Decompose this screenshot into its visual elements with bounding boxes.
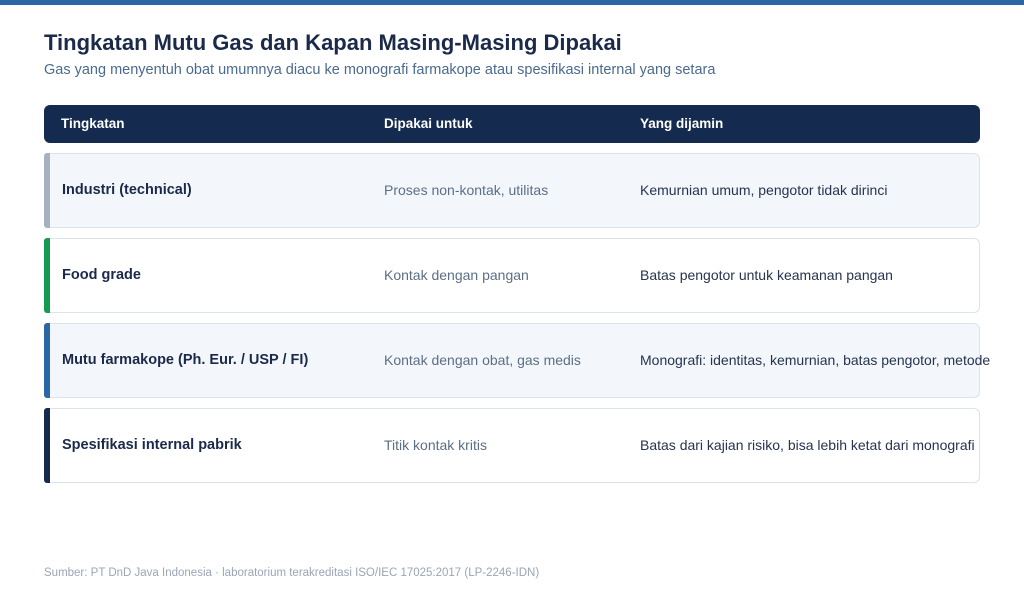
cell-use: Proses non-kontak, utilitas — [384, 182, 549, 198]
cell-use: Titik kontak kritis — [384, 437, 487, 453]
row-accent-bar — [44, 238, 50, 313]
page-title: Tingkatan Mutu Gas dan Kapan Masing-Masi… — [44, 30, 622, 55]
table-header: Tingkatan Dipakai untuk Yang dijamin — [44, 105, 980, 143]
source-footnote: Sumber: PT DnD Java Indonesia · laborato… — [44, 567, 540, 579]
row-accent-bar — [44, 153, 50, 228]
table-row: Food grade Kontak dengan pangan Batas pe… — [44, 238, 980, 313]
cell-level: Industri (technical) — [62, 182, 192, 198]
table-row: Industri (technical) Proses non-kontak, … — [44, 153, 980, 228]
cell-level: Mutu farmakope (Ph. Eur. / USP / FI) — [62, 352, 309, 368]
page-subtitle: Gas yang menyentuh obat umumnya diacu ke… — [44, 62, 716, 78]
row-accent-bar — [44, 323, 50, 398]
cell-guarantee: Batas dari kajian risiko, bisa lebih ket… — [640, 437, 975, 453]
table-body: Industri (technical) Proses non-kontak, … — [44, 153, 990, 493]
column-header-guarantee: Yang dijamin — [640, 116, 724, 131]
column-header-use: Dipakai untuk — [384, 116, 473, 131]
cell-guarantee: Monografi: identitas, kemurnian, batas p… — [640, 352, 991, 368]
row-accent-bar — [44, 408, 50, 483]
cell-guarantee: Kemurnian umum, pengotor tidak dirinci — [640, 182, 888, 198]
cell-use: Kontak dengan obat, gas medis — [384, 352, 581, 368]
cell-guarantee: Batas pengotor untuk keamanan pangan — [640, 267, 893, 283]
table-row: Mutu farmakope (Ph. Eur. / USP / FI) Kon… — [44, 323, 990, 398]
table-row: Spesifikasi internal pabrik Titik kontak… — [44, 408, 980, 483]
cell-level: Spesifikasi internal pabrik — [62, 437, 242, 453]
column-header-level: Tingkatan — [61, 116, 125, 131]
cell-level: Food grade — [62, 267, 141, 283]
top-accent-bar — [0, 0, 1024, 5]
cell-use: Kontak dengan pangan — [384, 267, 529, 283]
